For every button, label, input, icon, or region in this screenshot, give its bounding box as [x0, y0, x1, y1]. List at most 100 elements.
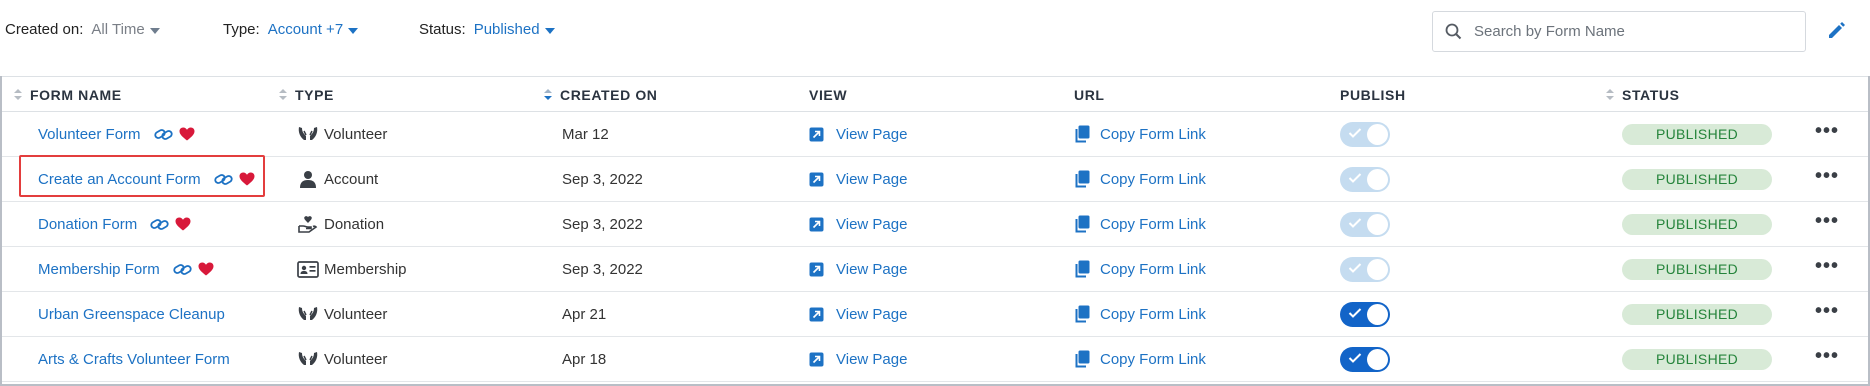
sort-icon[interactable] [544, 89, 552, 101]
created-cell: Mar 12 [562, 112, 609, 156]
type-text: Volunteer [324, 350, 388, 368]
type-text: Donation [324, 215, 385, 233]
external-link-icon[interactable] [809, 352, 824, 367]
table-row: Create an Account Form Account Sep 3, 2022… [2, 157, 1868, 202]
copy-icon[interactable] [1074, 125, 1090, 143]
view-page-link[interactable]: View Page [836, 171, 907, 188]
table-header: FORM NAME TYPE CREATED ON VIEW URL PUBLI… [2, 76, 1868, 112]
link-icon[interactable] [173, 262, 192, 277]
type-cell: Account [296, 157, 378, 201]
copy-form-link[interactable]: Copy Form Link [1100, 216, 1206, 233]
copy-icon[interactable] [1074, 260, 1090, 278]
external-link-icon[interactable] [809, 172, 824, 187]
copy-icon[interactable] [1074, 170, 1090, 188]
sort-icon[interactable] [1606, 89, 1614, 101]
edit-pencil-button[interactable] [1826, 19, 1850, 43]
created-on-label: Created on: [5, 21, 84, 38]
copy-icon[interactable] [1074, 350, 1090, 368]
more-options-icon[interactable]: ••• [1815, 210, 1839, 233]
copy-icon[interactable] [1074, 305, 1090, 323]
status-cell: PUBLISHED [1622, 292, 1772, 336]
status-badge: PUBLISHED [1622, 258, 1772, 280]
view-page-link[interactable]: View Page [836, 306, 907, 323]
publish-toggle[interactable] [1340, 346, 1390, 372]
copy-form-link[interactable]: Copy Form Link [1100, 261, 1206, 278]
type-value[interactable]: Account +7 [268, 21, 343, 38]
type-text: Account [324, 170, 379, 188]
view-page-link[interactable]: View Page [836, 126, 907, 143]
more-options-icon[interactable]: ••• [1815, 255, 1839, 278]
column-publish: PUBLISH [1340, 87, 1406, 103]
publish-toggle[interactable] [1340, 211, 1390, 237]
view-page-link[interactable]: View Page [836, 216, 907, 233]
url-cell: Copy Form Link [1074, 202, 1206, 246]
form-name-link[interactable]: Arts & Crafts Volunteer Form [38, 351, 230, 368]
hands-icon [296, 125, 320, 143]
status-value[interactable]: Published [474, 21, 540, 38]
publish-toggle[interactable] [1340, 256, 1390, 282]
external-link-icon[interactable] [809, 217, 824, 232]
more-options-icon[interactable]: ••• [1815, 120, 1839, 143]
status-badge: PUBLISHED [1622, 168, 1772, 190]
chevron-down-icon[interactable] [544, 27, 555, 34]
view-cell: View Page [809, 292, 907, 336]
column-type[interactable]: TYPE [279, 87, 334, 103]
external-link-icon[interactable] [809, 307, 824, 322]
view-page-link[interactable]: View Page [836, 351, 907, 368]
chevron-down-icon[interactable] [149, 27, 160, 34]
created-on-value[interactable]: All Time [91, 21, 144, 38]
more-options-icon[interactable]: ••• [1815, 300, 1839, 323]
highlight-box [19, 155, 265, 197]
more-options-icon[interactable]: ••• [1815, 165, 1839, 188]
publish-toggle[interactable] [1340, 301, 1390, 327]
copy-form-link[interactable]: Copy Form Link [1100, 351, 1206, 368]
view-page-link[interactable]: View Page [836, 261, 907, 278]
publish-toggle[interactable] [1340, 166, 1390, 192]
column-status[interactable]: STATUS [1606, 87, 1680, 103]
view-cell: View Page [809, 112, 907, 156]
created-on-filter[interactable]: Created on: All Time [5, 21, 160, 38]
type-cell: Volunteer [296, 112, 387, 156]
type-cell: Volunteer [296, 337, 387, 381]
heart-icon[interactable] [198, 262, 214, 276]
form-name-cell: Urban Greenspace Cleanup [38, 292, 225, 336]
form-name-link[interactable]: Volunteer Form [38, 126, 141, 143]
url-cell: Copy Form Link [1074, 247, 1206, 291]
search-input[interactable]: Search by Form Name [1432, 11, 1806, 52]
pencil-icon [1829, 22, 1845, 38]
link-icon[interactable] [150, 217, 169, 232]
more-options-icon[interactable]: ••• [1815, 345, 1839, 368]
publish-toggle[interactable] [1340, 121, 1390, 147]
form-name-link[interactable]: Membership Form [38, 261, 160, 278]
type-text: Volunteer [324, 125, 388, 143]
sort-icon[interactable] [14, 89, 22, 101]
external-link-icon[interactable] [809, 262, 824, 277]
toggle-knob [1367, 348, 1388, 370]
created-cell: Sep 3, 2022 [562, 202, 643, 246]
url-cell: Copy Form Link [1074, 112, 1206, 156]
more-cell: ••• [1815, 244, 1839, 288]
status-filter[interactable]: Status: Published [419, 21, 555, 38]
form-name-link[interactable]: Donation Form [38, 216, 137, 233]
copy-form-link[interactable]: Copy Form Link [1100, 306, 1206, 323]
form-name-cell: Volunteer Form [38, 112, 195, 156]
more-cell: ••• [1815, 289, 1839, 333]
link-icon[interactable] [153, 127, 173, 142]
chevron-down-icon[interactable] [348, 27, 359, 34]
copy-form-link[interactable]: Copy Form Link [1100, 171, 1206, 188]
heart-icon[interactable] [179, 127, 195, 141]
status-cell: PUBLISHED [1622, 202, 1772, 246]
check-icon [1348, 126, 1362, 143]
sort-icon[interactable] [279, 89, 287, 101]
column-form-name[interactable]: FORM NAME [14, 87, 122, 103]
publish-cell [1340, 112, 1390, 156]
column-url: URL [1074, 87, 1105, 103]
form-name-link[interactable]: Urban Greenspace Cleanup [38, 306, 225, 323]
type-filter[interactable]: Type: Account +7 [223, 21, 359, 38]
heart-icon[interactable] [175, 217, 191, 231]
copy-form-link[interactable]: Copy Form Link [1100, 126, 1206, 143]
external-link-icon[interactable] [809, 127, 824, 142]
column-created-on[interactable]: CREATED ON [544, 87, 658, 103]
copy-icon[interactable] [1074, 215, 1090, 233]
created-date: Apr 21 [562, 305, 607, 323]
